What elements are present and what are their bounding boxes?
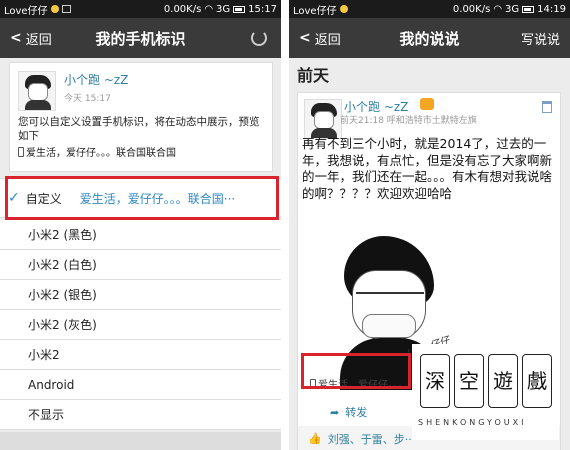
status-bar: Love仔仔 0.00K/s ◠ 3G 15:17 [0, 0, 281, 18]
network-speed: 0.00K/s [163, 3, 202, 15]
post-time: 今天 15:17 [64, 94, 111, 104]
wifi-icon: ◠ [493, 3, 503, 15]
battery-icon [233, 5, 246, 13]
status-bar: Love仔仔 0.00K/s ◠ 3G 14:19 [289, 0, 570, 18]
nickname: 小个跑 ~zZ [64, 73, 129, 87]
option-item[interactable]: 不显示 [0, 400, 281, 430]
share-arrow-icon: ➦ [330, 405, 340, 419]
logo-char: 深 [420, 354, 450, 408]
option-item[interactable]: 小米2 (银色) [0, 280, 281, 310]
likes-names: 刘强、于雷、步··· [327, 432, 416, 446]
logo-char: 遊 [488, 354, 518, 408]
left-screen: Love仔仔 0.00K/s ◠ 3G 15:17 < 返回 我的手机标识 小个… [0, 0, 281, 450]
emoji-status-icon [339, 5, 348, 13]
clock: 15:17 [248, 3, 277, 15]
back-label: 返回 [25, 32, 52, 48]
thumbs-up-icon: 👍 [308, 432, 322, 445]
title-bar: < 返回 我的说说 写说说 [289, 18, 570, 58]
highlight-box-left [5, 176, 279, 220]
post-meta: 前天21:18 呼和浩特市土默特左旗 [340, 116, 477, 126]
forward-label: 转发 [345, 406, 368, 419]
post-text: 再有不到三个小时，就是2014了，过去的一年，我想说，有点忙，但是没有忘了大家啊… [302, 136, 553, 201]
status-app-name: Love仔仔 [293, 5, 337, 17]
watermark-logo: 深 空 遊 戲 SHENKONGYOUXI [412, 344, 559, 440]
signature-preview: 爱生活，爱仔仔。。。联合国联合国 [18, 144, 176, 159]
option-item[interactable]: 小米2 (黑色) [0, 220, 281, 250]
back-button[interactable]: < 返回 [0, 29, 52, 48]
avatar [304, 99, 342, 139]
network-type: 3G [505, 3, 520, 15]
emoji-status-icon [50, 5, 59, 13]
network-speed: 0.00K/s [452, 3, 491, 15]
wifi-icon: ◠ [204, 3, 214, 15]
preview-card: 小个跑 ~zZ 今天 15:17 您可以自定义设置手机标识，将在动态中展示，预览… [9, 62, 273, 172]
back-button[interactable]: < 返回 [289, 29, 341, 48]
logo-subtitle: SHENKONGYOUXI [418, 418, 527, 427]
option-item[interactable]: 小米2 [0, 340, 281, 370]
option-item[interactable]: Android [0, 370, 281, 400]
vip-badge-icon [420, 98, 434, 110]
trash-icon[interactable] [542, 101, 552, 113]
refresh-icon[interactable] [251, 30, 267, 46]
forward-button[interactable]: ➦ 转发 [330, 404, 367, 420]
battery-icon [522, 5, 535, 13]
chevron-left-icon: < [10, 30, 22, 46]
bottom-button-bar [0, 432, 281, 450]
logo-char: 戲 [522, 354, 552, 408]
title-bar: < 返回 我的手机标识 [0, 18, 281, 58]
back-label: 返回 [314, 32, 341, 48]
option-item[interactable]: 小米2 (灰色) [0, 310, 281, 340]
write-post-button[interactable]: 写说说 [521, 29, 570, 48]
logo-char: 空 [454, 354, 484, 408]
avatar [18, 71, 56, 111]
option-item[interactable]: 小米2 (白色) [0, 250, 281, 280]
description-text: 您可以自定义设置手机标识，将在动态中展示，预览如下 [18, 116, 260, 142]
clock: 14:19 [537, 3, 566, 15]
phone-icon [18, 146, 24, 157]
date-section-heading: 前天 [297, 66, 330, 85]
highlight-box-right [301, 353, 411, 389]
notification-icon [61, 5, 71, 13]
network-type: 3G [216, 3, 231, 15]
signature-text: 爱生活，爱仔仔。。。联合国联合国 [26, 148, 176, 159]
device-option-list: 小米2 (黑色) 小米2 (白色) 小米2 (银色) 小米2 (灰色) 小米2 … [0, 220, 281, 430]
chevron-left-icon: < [299, 30, 311, 46]
status-app-name: Love仔仔 [4, 5, 48, 17]
